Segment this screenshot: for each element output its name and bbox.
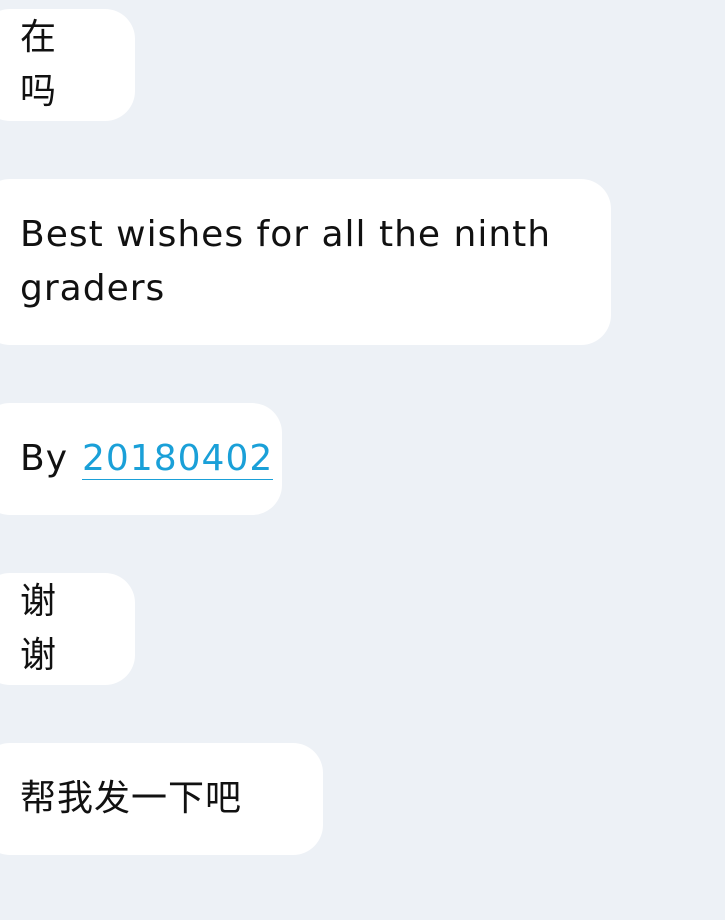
message-prefix: By (20, 438, 69, 479)
message-bubble: 在吗 (0, 9, 135, 121)
message-bubble: 谢谢 (0, 573, 135, 685)
message-bubble: By 20180402 (0, 403, 282, 515)
message-bubble: 帮我发一下吧 (0, 743, 323, 855)
user-link[interactable]: 20180402 (82, 438, 274, 480)
message-text: 帮我发一下吧 (20, 778, 243, 819)
message-text: 在吗 (20, 17, 58, 112)
message-bubble: Best wishes for all the ninth graders (0, 179, 611, 345)
message-text: Best wishes for all the ninth graders (20, 214, 552, 309)
message-text: 谢谢 (20, 581, 58, 676)
